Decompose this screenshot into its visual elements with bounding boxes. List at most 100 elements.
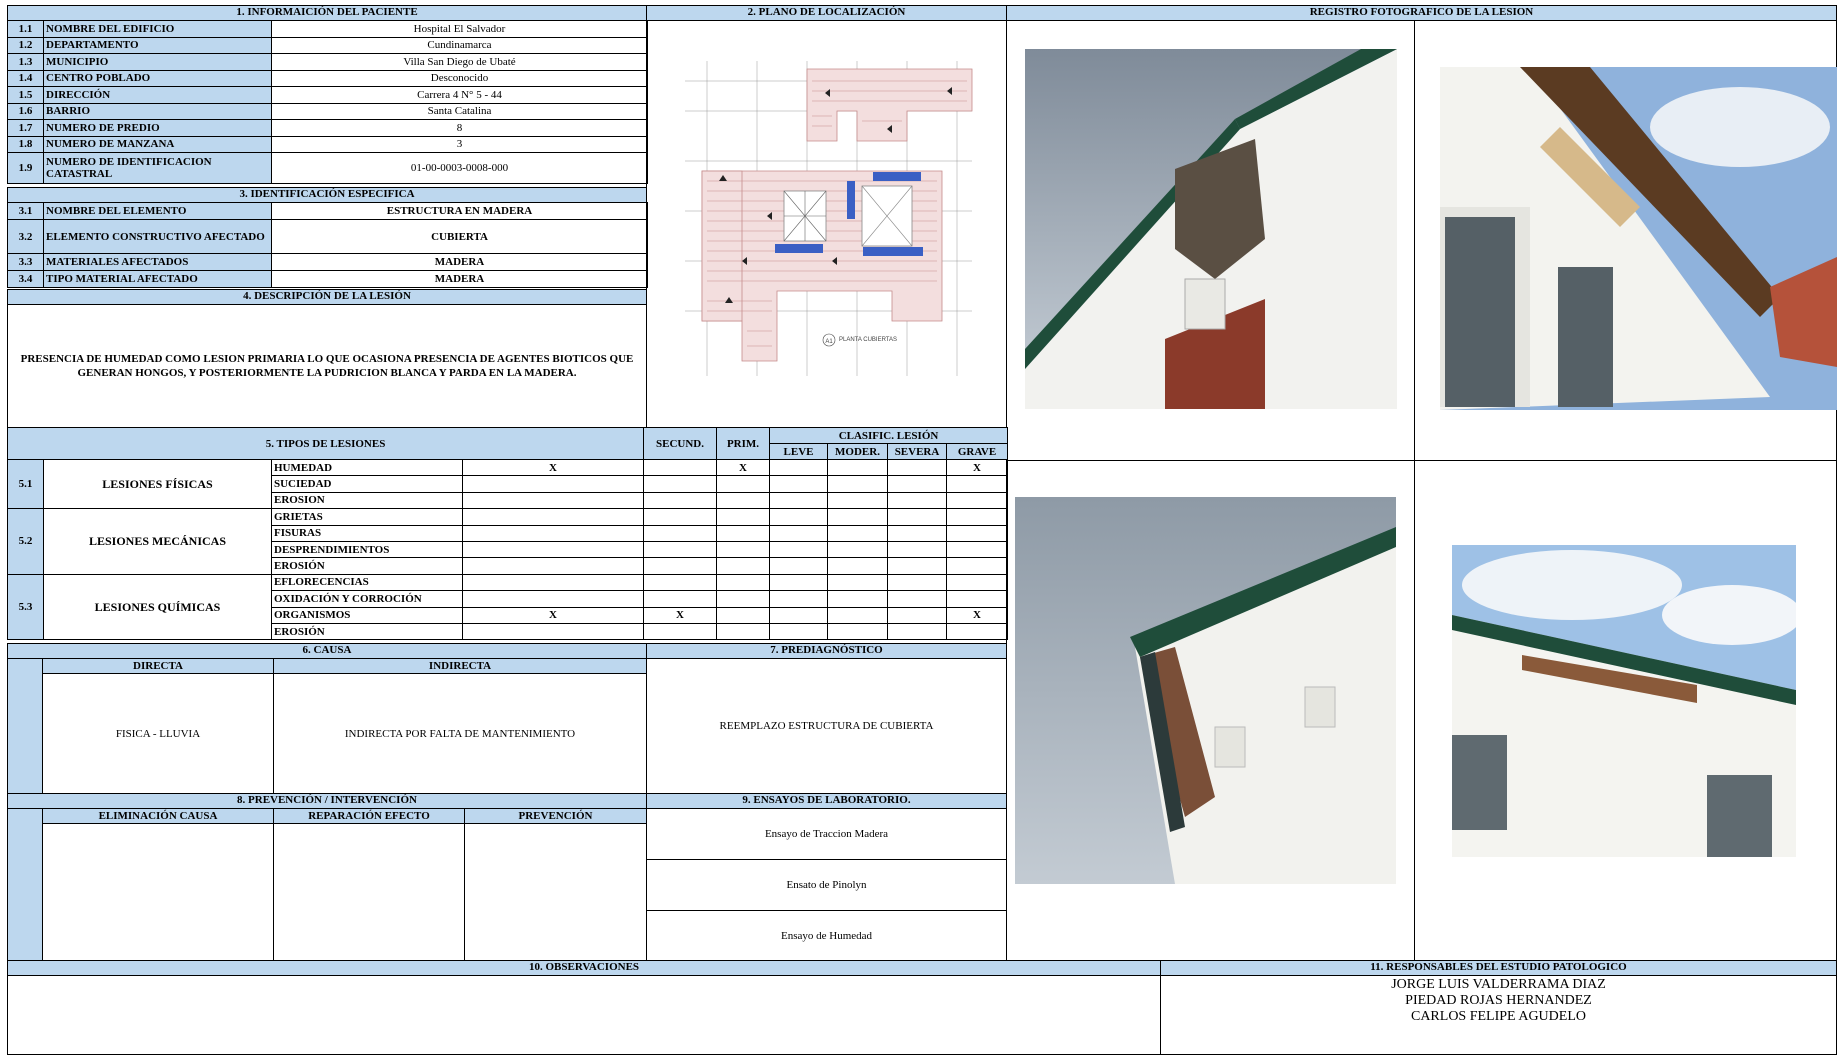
lesion-severa [887, 491, 947, 510]
prevencion-cell [464, 823, 647, 961]
lesion-severa [887, 475, 947, 493]
plan-tag: A1 [825, 339, 833, 345]
lesion-name: EROSIÓN [271, 557, 463, 575]
lesion-group-name: LESIONES FÍSICAS [43, 458, 272, 510]
lesion-prim [716, 622, 770, 641]
section-1-header: 1. INFORMAICIÓN DEL PACIENTE [7, 5, 647, 21]
lesion-prim [716, 540, 770, 559]
lesion-severa [887, 458, 947, 477]
lesion-grave [945, 524, 1009, 542]
lesion-moder [827, 458, 888, 477]
eliminacion-cell [42, 823, 274, 961]
indirecta-header: INDIRECTA [273, 658, 647, 674]
info-value: Santa Catalina [271, 102, 648, 120]
lesion-leve [769, 573, 828, 592]
lesion-mark [462, 540, 644, 559]
lesion-grave: X [945, 606, 1009, 624]
lesion-prim [716, 491, 770, 510]
lesion-moder [827, 573, 888, 592]
lesion-name: EFLORECENCIAS [271, 573, 463, 592]
lesion-severa [887, 573, 947, 592]
lesion-grave [945, 622, 1009, 641]
info-label: NOMBRE DEL EDIFICIO [43, 20, 272, 38]
lesion-group-num: 5.3 [7, 573, 44, 641]
info-value: Villa San Diego de Ubaté [271, 53, 648, 71]
info-num: 1.6 [7, 102, 44, 120]
lesion-secund [643, 524, 717, 542]
prevention-side-bar [7, 808, 43, 961]
info-num: 1.3 [7, 53, 44, 71]
info-value: Carrera 4 N° 5 - 44 [271, 86, 648, 104]
responsable-1: JORGE LUIS VALDERRAMA DIAZ [1391, 977, 1606, 992]
info-row: 1.8 NUMERO DE MANZANA 3 [7, 135, 648, 153]
ensayo-3: Ensayo de Humedad [646, 910, 1007, 961]
lesion-secund: X [643, 606, 717, 624]
lesion-leve [769, 475, 828, 493]
info-value: 3 [271, 135, 648, 153]
info-label: CENTRO POBLADO [43, 69, 272, 87]
info-value: 01-00-0003-0008-000 [271, 152, 648, 184]
floor-plan-drawing: A1 PLANTA CUBIERTAS [685, 61, 973, 376]
lesion-secund [643, 540, 717, 559]
info-label: NUMERO DE IDENTIFICACION CATASTRAL [43, 152, 272, 184]
lesion-mark [462, 524, 644, 542]
leve-header: LEVE [769, 443, 828, 460]
lesion-secund [643, 475, 717, 493]
directa-header: DIRECTA [42, 658, 274, 674]
lesion-grave [945, 540, 1009, 559]
lesion-prim [716, 557, 770, 575]
lesion-name: SUCIEDAD [271, 475, 463, 493]
info-row: 1.9 NUMERO DE IDENTIFICACION CATASTRAL 01-… [7, 152, 648, 184]
info-row: 1.5 DIRECCIÓN Carrera 4 N° 5 - 44 [7, 86, 648, 104]
lesion-prim [716, 590, 770, 608]
lesion-mark: X [462, 458, 644, 477]
info-value: Desconocido [271, 69, 648, 87]
section-4-header: 4. DESCRIPCIÓN DE LA LESIÓN [7, 289, 647, 305]
ident-value: CUBIERTA [271, 219, 648, 254]
lesion-leve [769, 508, 828, 526]
cause-indirecta: INDIRECTA POR FALTA DE MANTENIMIENTO [273, 673, 647, 794]
ident-label: TIPO MATERIAL AFECTADO [43, 270, 272, 288]
lesion-secund [643, 590, 717, 608]
info-row: 1.4 CENTRO POBLADO Desconocido [7, 69, 648, 87]
info-row: 1.6 BARRIO Santa Catalina [7, 102, 648, 120]
lesion-mark [462, 557, 644, 575]
lesion-moder [827, 540, 888, 559]
lesion-leve [769, 557, 828, 575]
ident-num: 3.4 [7, 270, 44, 288]
lesion-row: 5.1 LESIONES FÍSICAS HUMEDAD X X X [7, 458, 1009, 510]
lesion-name: GRIETAS [271, 508, 463, 526]
lesion-grave [945, 557, 1009, 575]
ident-row: 3.4 TIPO MATERIAL AFECTADO MADERA [7, 270, 648, 288]
severa-header: SEVERA [887, 443, 947, 460]
lesion-leve [769, 524, 828, 542]
lesion-leve [769, 622, 828, 641]
lesion-leve [769, 458, 828, 477]
lesion-name: OXIDACIÓN Y CORROCIÓN [271, 590, 463, 608]
section-6-header: 6. CAUSA [7, 643, 647, 659]
section-9-header: 9. ENSAYOS DE LABORATORIO. [646, 793, 1007, 809]
lesion-moder [827, 491, 888, 510]
info-row: 1.1 NOMBRE DEL EDIFICIO Hospital El Salvad… [7, 20, 648, 38]
lesion-prim [716, 475, 770, 493]
ident-row: 3.2 ELEMENTO CONSTRUCTIVO AFECTADO CUBIERT… [7, 219, 648, 254]
info-label: NUMERO DE PREDIO [43, 119, 272, 137]
lesion-mark [462, 590, 644, 608]
lesion-grave [945, 475, 1009, 493]
lesion-grave [945, 491, 1009, 510]
lesion-row: 5.2 LESIONES MECÁNICAS GRIETAS [7, 508, 1009, 575]
lesion-secund [643, 491, 717, 510]
section-7-header: 7. PREDIAGNÓSTICO [646, 643, 1007, 659]
lesion-mark [462, 573, 644, 592]
info-row: 1.2 DEPARTAMENTO Cundinamarca [7, 36, 648, 54]
info-label: DEPARTAMENTO [43, 36, 272, 54]
ident-num: 3.1 [7, 202, 44, 220]
lesion-moder [827, 606, 888, 624]
lesion-name: FISURAS [271, 524, 463, 542]
prevencion-header: PREVENCIÓN [464, 808, 647, 824]
lesion-severa [887, 557, 947, 575]
lesion-grave [945, 573, 1009, 592]
info-value: Hospital El Salvador [271, 20, 648, 38]
lesion-mark [462, 491, 644, 510]
ident-value: ESTRUCTURA EN MADERA [271, 202, 648, 220]
